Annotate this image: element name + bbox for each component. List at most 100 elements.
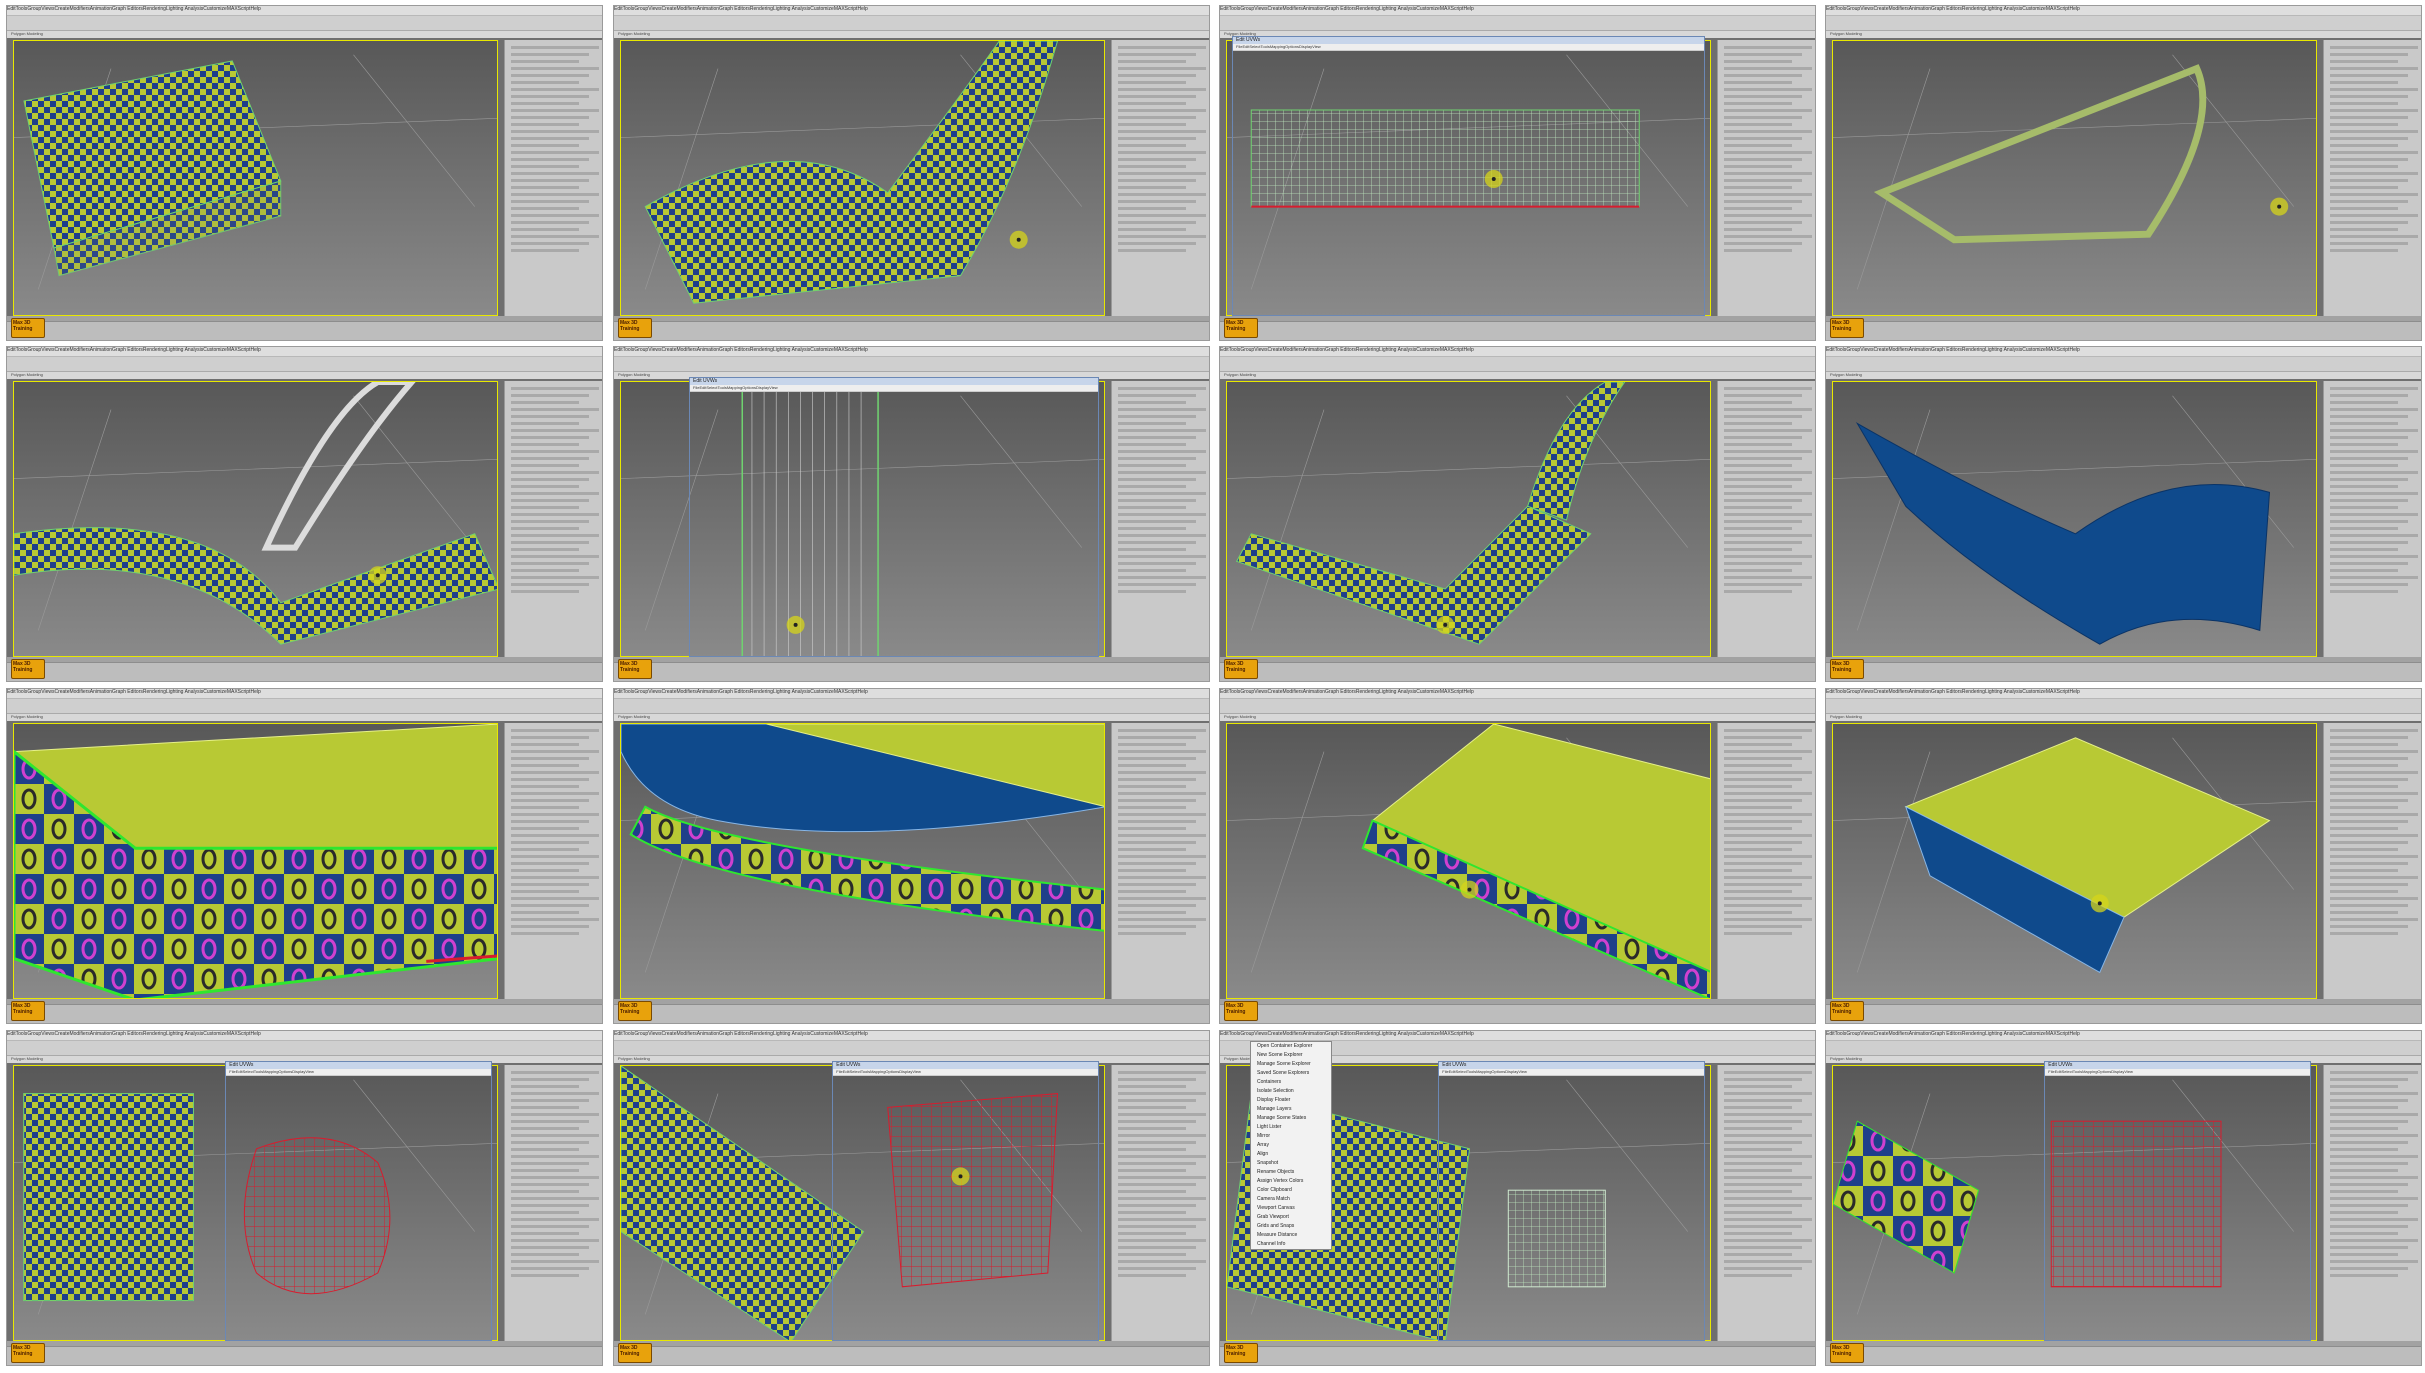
menu-item[interactable]: Help bbox=[1463, 689, 1473, 695]
command-panel-row[interactable] bbox=[2330, 478, 2408, 481]
command-panel-row[interactable] bbox=[1724, 785, 1792, 788]
command-panel-row[interactable] bbox=[511, 1106, 579, 1109]
menu-item[interactable]: Edit bbox=[1826, 689, 1835, 695]
menu-item[interactable]: Group bbox=[1846, 6, 1860, 12]
command-panel-row[interactable] bbox=[1118, 827, 1186, 830]
menu-item[interactable]: Views bbox=[648, 347, 661, 353]
command-panel-row[interactable] bbox=[1118, 520, 1196, 523]
perspective-viewport[interactable] bbox=[620, 723, 1105, 999]
command-panel-row[interactable] bbox=[2330, 1232, 2398, 1235]
menu-item[interactable]: Lighting Analysis bbox=[166, 347, 203, 353]
command-panel-row[interactable] bbox=[511, 60, 579, 63]
command-panel-row[interactable] bbox=[511, 102, 579, 105]
dialog-menu-item[interactable]: Display bbox=[1505, 1069, 1518, 1074]
menu-item[interactable]: MAXScript bbox=[1440, 6, 1464, 12]
menu-item[interactable]: Customize bbox=[1416, 1031, 1440, 1037]
command-panel-row[interactable] bbox=[511, 179, 589, 182]
command-panel-row[interactable] bbox=[1118, 764, 1186, 767]
dialog-menu-item[interactable]: Edit bbox=[843, 1069, 850, 1074]
command-panel-row[interactable] bbox=[1724, 457, 1802, 460]
command-panel-row[interactable] bbox=[1118, 1092, 1206, 1095]
menu-item[interactable]: Customize bbox=[2022, 689, 2046, 695]
menu-item[interactable]: Modifiers bbox=[1282, 689, 1302, 695]
menu-item[interactable]: Views bbox=[41, 6, 54, 12]
command-panel-row[interactable] bbox=[511, 130, 599, 133]
dialog-menu-item[interactable]: Display bbox=[292, 1069, 305, 1074]
command-panel-row[interactable] bbox=[1118, 193, 1206, 196]
command-panel-row[interactable] bbox=[1118, 95, 1196, 98]
menu-bar[interactable]: EditToolsGroupViewsCreateModifiersAnimat… bbox=[1826, 1031, 2421, 1041]
menu-item[interactable]: Group bbox=[1240, 347, 1254, 353]
dialog-menu-item[interactable]: Mapping bbox=[263, 1069, 278, 1074]
menu-item[interactable]: MAXScript bbox=[2046, 347, 2070, 353]
command-panel-row[interactable] bbox=[511, 401, 579, 404]
command-panel-row[interactable] bbox=[1724, 249, 1792, 252]
main-toolbar[interactable] bbox=[1220, 16, 1815, 31]
command-panel-row[interactable] bbox=[1724, 527, 1792, 530]
command-panel-row[interactable] bbox=[1118, 443, 1186, 446]
command-panel-row[interactable] bbox=[2330, 235, 2418, 238]
command-panel-row[interactable] bbox=[1118, 249, 1186, 252]
command-panel-row[interactable] bbox=[2330, 890, 2398, 893]
command-panel-row[interactable] bbox=[511, 123, 579, 126]
command-panel-row[interactable] bbox=[1118, 1106, 1186, 1109]
command-panel-row[interactable] bbox=[511, 806, 579, 809]
command-panel-row[interactable] bbox=[1724, 109, 1812, 112]
command-panel-row[interactable] bbox=[2330, 158, 2408, 161]
command-panel-row[interactable] bbox=[1118, 450, 1206, 453]
menu-item[interactable]: Graph Editors bbox=[1325, 6, 1356, 12]
command-panel-row[interactable] bbox=[2330, 450, 2418, 453]
command-panel-row[interactable] bbox=[2330, 193, 2418, 196]
command-panel-row[interactable] bbox=[1724, 471, 1812, 474]
command-panel-row[interactable] bbox=[2330, 88, 2418, 91]
command-panel-row[interactable] bbox=[2330, 123, 2398, 126]
command-panel-row[interactable] bbox=[2330, 1204, 2408, 1207]
perspective-viewport[interactable] bbox=[13, 723, 498, 999]
tools-menu-item[interactable]: Color Clipboard bbox=[1251, 1186, 1331, 1195]
command-panel-row[interactable] bbox=[511, 764, 579, 767]
command-panel-row[interactable] bbox=[511, 890, 579, 893]
screenshot-tile-t14[interactable]: EditToolsGroupViewsCreateModifiersAnimat… bbox=[613, 1030, 1210, 1366]
command-panel-row[interactable] bbox=[2330, 165, 2398, 168]
screenshot-tile-t9[interactable]: EditToolsGroupViewsCreateModifiersAnimat… bbox=[6, 688, 603, 1024]
menu-item[interactable]: MAXScript bbox=[834, 1031, 858, 1037]
menu-item[interactable]: MAXScript bbox=[1440, 347, 1464, 353]
command-panel-row[interactable] bbox=[2330, 520, 2408, 523]
modeling-ribbon[interactable]: Polygon Modeling bbox=[7, 372, 602, 379]
command-panel-row[interactable] bbox=[2330, 583, 2408, 586]
command-panel-row[interactable] bbox=[1724, 736, 1802, 739]
command-panel-row[interactable] bbox=[1724, 904, 1802, 907]
command-panel-row[interactable] bbox=[2330, 1078, 2408, 1081]
command-panel-row[interactable] bbox=[1118, 464, 1186, 467]
command-panel-row[interactable] bbox=[511, 576, 599, 579]
edit-uvws-dialog[interactable]: Edit UVWs FileEditSelectToolsMappingOptio… bbox=[2044, 1061, 2311, 1341]
dialog-menu[interactable]: FileEditSelectToolsMappingOptionsDisplay… bbox=[2045, 1069, 2310, 1076]
command-panel-row[interactable] bbox=[1118, 1148, 1186, 1151]
command-panel-row[interactable] bbox=[511, 436, 589, 439]
command-panel-row[interactable] bbox=[1118, 60, 1186, 63]
command-panel-row[interactable] bbox=[1118, 541, 1196, 544]
menu-item[interactable]: Tools bbox=[623, 347, 635, 353]
menu-item[interactable]: Help bbox=[250, 1031, 260, 1037]
menu-item[interactable]: Views bbox=[1860, 1031, 1873, 1037]
command-panel-row[interactable] bbox=[511, 485, 579, 488]
command-panel-row[interactable] bbox=[2330, 806, 2398, 809]
command-panel-row[interactable] bbox=[1724, 541, 1802, 544]
command-panel-row[interactable] bbox=[1724, 1225, 1802, 1228]
command-panel-row[interactable] bbox=[2330, 513, 2418, 516]
command-panel-row[interactable] bbox=[1118, 492, 1206, 495]
command-panel-row[interactable] bbox=[2330, 876, 2418, 879]
command-panel-row[interactable] bbox=[2330, 60, 2398, 63]
command-panel-row[interactable] bbox=[511, 1267, 589, 1270]
command-panel-row[interactable] bbox=[2330, 408, 2418, 411]
command-panel-row[interactable] bbox=[511, 848, 579, 851]
command-panel-row[interactable] bbox=[1724, 1211, 1792, 1214]
command-panel-row[interactable] bbox=[511, 548, 579, 551]
menu-item[interactable]: MAXScript bbox=[2046, 6, 2070, 12]
tools-menu-item[interactable]: Saved Scene Explorers bbox=[1251, 1069, 1331, 1078]
command-panel-row[interactable] bbox=[2330, 743, 2398, 746]
command-panel-row[interactable] bbox=[511, 1148, 579, 1151]
menu-item[interactable]: Help bbox=[857, 6, 867, 12]
menu-item[interactable]: Animation bbox=[90, 6, 112, 12]
command-panel-row[interactable] bbox=[1724, 478, 1802, 481]
